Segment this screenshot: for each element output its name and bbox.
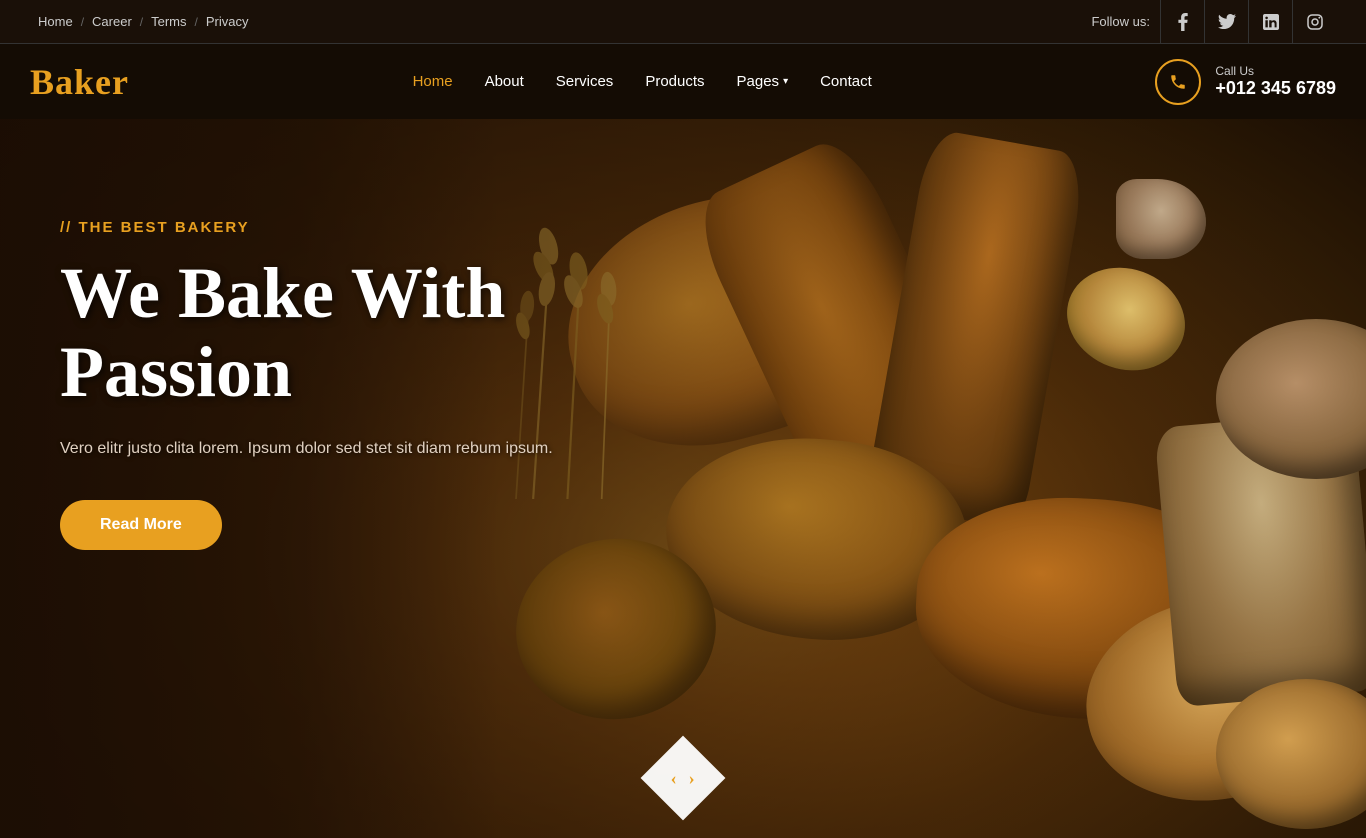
hero-section: // THE BEST BAKERY We Bake With Passion … <box>0 119 1366 838</box>
nav-home[interactable]: Home <box>413 73 453 91</box>
next-slide-button[interactable]: › <box>689 768 695 789</box>
phone-icon[interactable] <box>1155 59 1201 105</box>
topbar-career-link[interactable]: Career <box>84 14 140 29</box>
navbar: Baker Home About Services Products Pages… <box>0 44 1366 119</box>
instagram-icon[interactable] <box>1292 0 1336 44</box>
topbar-links: Home / Career / Terms / Privacy <box>30 14 256 29</box>
site-logo[interactable]: Baker <box>30 61 129 103</box>
read-more-button[interactable]: Read More <box>60 500 222 550</box>
topbar: Home / Career / Terms / Privacy Follow u… <box>0 0 1366 44</box>
hero-content: // THE BEST BAKERY We Bake With Passion … <box>60 219 553 550</box>
facebook-icon[interactable] <box>1160 0 1204 44</box>
topbar-social: Follow us: <box>1091 0 1336 44</box>
slide-nav-diamond: ‹ › <box>641 736 726 821</box>
twitter-icon[interactable] <box>1204 0 1248 44</box>
nav-about[interactable]: About <box>485 73 524 91</box>
slide-nav-inner: ‹ › <box>671 768 695 789</box>
nav-contact-info: Call Us +012 345 6789 <box>1155 59 1336 105</box>
topbar-home-link[interactable]: Home <box>30 14 81 29</box>
nav-products[interactable]: Products <box>645 73 704 91</box>
slide-nav: ‹ › <box>653 748 713 808</box>
nav-pages[interactable]: Pages ▾ <box>737 73 789 90</box>
call-label: Call Us <box>1215 64 1336 78</box>
prev-slide-button[interactable]: ‹ <box>671 768 677 789</box>
call-number: +012 345 6789 <box>1215 78 1336 99</box>
follow-label: Follow us: <box>1091 14 1150 29</box>
nav-services[interactable]: Services <box>556 73 614 91</box>
nav-contact[interactable]: Contact <box>820 73 872 91</box>
call-info: Call Us +012 345 6789 <box>1215 64 1336 99</box>
pages-chevron-icon: ▾ <box>783 76 788 87</box>
linkedin-icon[interactable] <box>1248 0 1292 44</box>
hero-description: Vero elitr justo clita lorem. Ipsum dolo… <box>60 436 553 462</box>
topbar-terms-link[interactable]: Terms <box>143 14 194 29</box>
hero-title: We Bake With Passion <box>60 254 553 412</box>
topbar-privacy-link[interactable]: Privacy <box>198 14 257 29</box>
hero-subtitle: // THE BEST BAKERY <box>60 219 553 236</box>
nav-links: Home About Services Products Pages ▾ Con… <box>413 73 872 91</box>
